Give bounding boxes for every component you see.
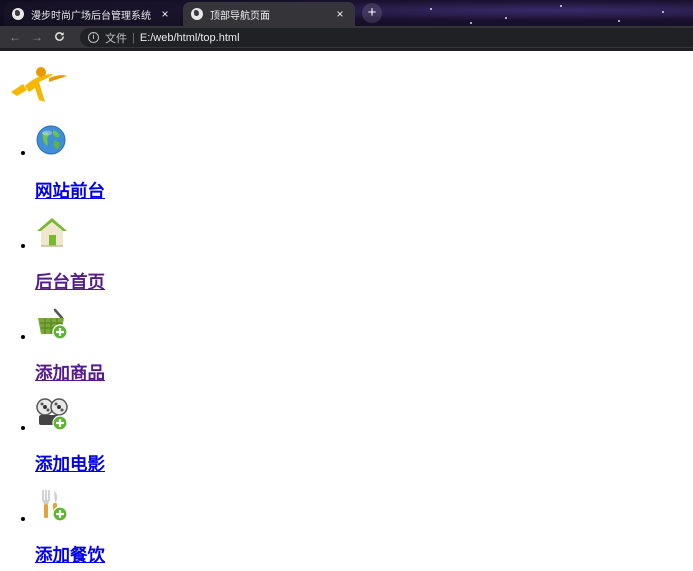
admin-nav-menu: 网站前台 后台首页 添加商品 — [0, 116, 105, 571]
film-reel-add-icon — [35, 389, 71, 433]
tab-title: 顶部导航页面 — [210, 10, 270, 22]
home-icon — [35, 207, 71, 251]
address-bar[interactable]: i 文件 | E:/web/html/top.html — [80, 28, 693, 47]
new-tab-button[interactable]: + — [362, 3, 382, 23]
background-star — [618, 20, 620, 22]
reload-icon — [54, 31, 64, 41]
background-star — [430, 8, 432, 10]
close-icon[interactable]: × — [158, 7, 172, 21]
scheme-label: 文件 — [105, 32, 127, 45]
nav-link-add-dining[interactable]: 添加餐饮 — [35, 542, 105, 567]
running-figure-logo-icon — [11, 67, 67, 102]
tab-top-nav[interactable]: 顶部导航页面 × — [183, 2, 355, 26]
nav-item-add-movie: 添加电影 — [35, 389, 105, 480]
background-star — [470, 22, 472, 24]
shopping-basket-add-icon — [35, 298, 71, 342]
tab-strip: 漫步时尚广场后台管理系统 × 顶部导航页面 × + — [0, 0, 693, 26]
forward-button[interactable]: → — [26, 30, 48, 44]
back-button[interactable]: ← — [4, 30, 26, 44]
nav-link-admin-home[interactable]: 后台首页 — [35, 269, 105, 294]
site-logo — [9, 66, 69, 106]
info-icon[interactable]: i — [88, 32, 99, 43]
background-star — [505, 17, 507, 19]
globe-icon — [12, 8, 24, 20]
nav-item-add-product: 添加商品 — [35, 298, 105, 389]
nav-item-add-dining: 添加餐饮 — [35, 480, 105, 571]
background-star — [662, 11, 664, 13]
globe-icon — [35, 116, 71, 160]
background-star — [560, 5, 562, 7]
nav-link-add-product[interactable]: 添加商品 — [35, 360, 105, 385]
reload-button[interactable] — [48, 30, 70, 45]
tab-admin-system[interactable]: 漫步时尚广场后台管理系统 × — [4, 2, 180, 26]
nav-link-add-movie[interactable]: 添加电影 — [35, 451, 105, 476]
close-icon[interactable]: × — [333, 7, 347, 21]
url-text[interactable]: E:/web/html/top.html — [140, 32, 240, 44]
nav-link-frontend[interactable]: 网站前台 — [35, 178, 105, 203]
nav-item-frontend: 网站前台 — [35, 116, 105, 207]
tab-title: 漫步时尚广场后台管理系统 — [31, 10, 151, 22]
nav-item-admin-home: 后台首页 — [35, 207, 105, 298]
address-separator: | — [132, 31, 135, 44]
cutlery-add-icon — [35, 480, 71, 524]
globe-icon — [191, 8, 203, 20]
chrome-divider — [0, 48, 693, 51]
